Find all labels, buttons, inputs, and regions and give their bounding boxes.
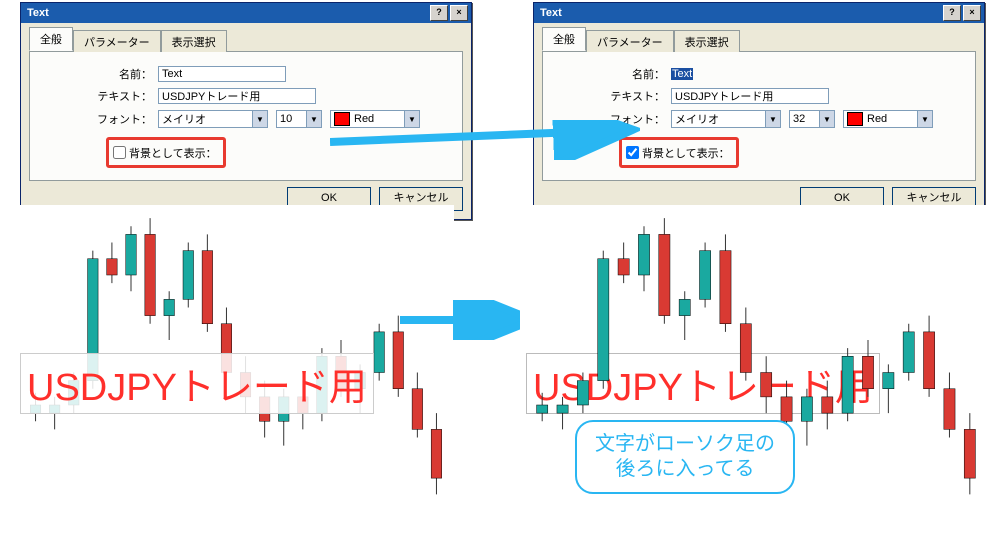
chevron-down-icon: ▼ (917, 111, 932, 127)
tab-display[interactable]: 表示選択 (674, 30, 740, 52)
color-combo[interactable]: Red ▼ (843, 110, 933, 128)
font-combo[interactable]: メイリオ▼ (671, 110, 781, 128)
color-swatch (847, 112, 863, 126)
text-dialog-right: Text ? × 全般 パラメーター 表示選択 名前： Text テキスト： フ… (533, 2, 985, 220)
help-icon[interactable]: ? (430, 5, 448, 21)
close-icon[interactable]: × (963, 5, 981, 21)
dialog-title: Text (540, 7, 562, 19)
chevron-down-icon: ▼ (306, 111, 321, 127)
callout-bubble: 文字がローソク足の 後ろに入ってる (575, 420, 795, 494)
chevron-down-icon: ▼ (252, 111, 267, 127)
chevron-down-icon: ▼ (765, 111, 780, 127)
tab-parameters[interactable]: パラメーター (73, 30, 161, 52)
chart-text-overlay[interactable]: USDJPYトレード用 (20, 353, 374, 414)
dialog-title: Text (27, 7, 49, 19)
label-name: 名前： (555, 66, 665, 82)
arrow-icon (330, 120, 640, 160)
label-name: 名前： (42, 66, 152, 82)
font-combo[interactable]: メイリオ▼ (158, 110, 268, 128)
tab-body: 名前： Text テキスト： フォント： メイリオ▼ 32▼ Red ▼ (542, 52, 976, 181)
label-background: 背景として表示： (642, 145, 730, 161)
tab-display[interactable]: 表示選択 (161, 30, 227, 52)
tabstrip: 全般 パラメーター 表示選択 (542, 29, 976, 52)
size-combo[interactable]: 32▼ (789, 110, 835, 128)
label-font: フォント： (42, 111, 152, 127)
close-icon[interactable]: × (450, 5, 468, 21)
arrow-icon (400, 300, 540, 340)
size-combo[interactable]: 10▼ (276, 110, 322, 128)
help-icon[interactable]: ? (943, 5, 961, 21)
tab-general[interactable]: 全般 (542, 27, 586, 51)
tab-general[interactable]: 全般 (29, 27, 73, 51)
text-dialog-left: Text ? × 全般 パラメーター 表示選択 名前： テキスト： フォント： … (20, 2, 472, 220)
chevron-down-icon: ▼ (819, 111, 834, 127)
label-text: テキスト： (555, 88, 665, 104)
tab-body: 名前： テキスト： フォント： メイリオ▼ 10▼ Red ▼ 背景 (29, 52, 463, 181)
background-checkbox[interactable] (113, 146, 126, 159)
name-input[interactable] (158, 66, 286, 82)
name-input[interactable]: Text (671, 68, 791, 80)
titlebar[interactable]: Text ? × (21, 3, 471, 23)
text-input[interactable] (158, 88, 316, 104)
text-input[interactable] (671, 88, 829, 104)
chart-left: USDJPYトレード用 (14, 205, 454, 540)
tab-parameters[interactable]: パラメーター (586, 30, 674, 52)
label-text: テキスト： (42, 88, 152, 104)
tabstrip: 全般 パラメーター 表示選択 (29, 29, 463, 52)
titlebar[interactable]: Text ? × (534, 3, 984, 23)
label-background: 背景として表示： (129, 145, 217, 161)
highlight-background-row: 背景として表示： (106, 137, 226, 168)
